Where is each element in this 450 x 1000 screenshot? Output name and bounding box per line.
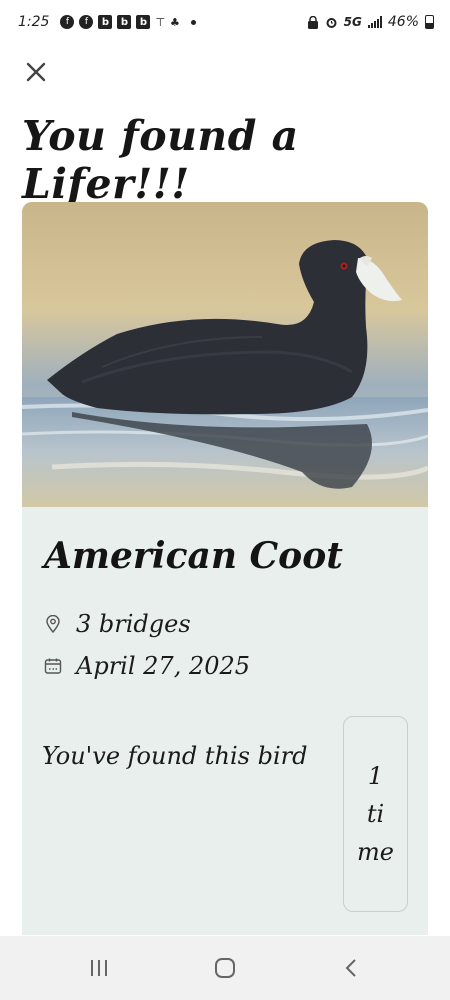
battery-percent: 46% (387, 14, 419, 30)
notification-icon: ♣ (170, 15, 180, 29)
location-pin-icon (44, 615, 62, 633)
b-app-icon: b (98, 15, 113, 29)
location-text: 3 bridges (76, 610, 191, 638)
system-navigation-bar (0, 936, 450, 1000)
recents-icon (91, 960, 107, 976)
location-row: 3 bridges (44, 610, 191, 638)
notification-icon: ⊤ (155, 15, 166, 29)
battery-icon (425, 15, 434, 29)
date-text: April 27, 2025 (76, 652, 251, 680)
facebook-icon: f (79, 15, 94, 29)
status-right: 5G 46% (307, 14, 434, 30)
status-bar: 1:25 f f b b b ⊤ ♣ 5G 46% (0, 0, 450, 48)
signal-icon (367, 16, 382, 28)
b-app-icon: b (136, 15, 151, 29)
status-left: 1:25 f f b b b ⊤ ♣ (18, 14, 196, 30)
found-count-unit-part: ti (366, 800, 385, 828)
found-count-unit-part: me (357, 838, 394, 866)
home-button[interactable] (210, 954, 240, 982)
calendar-icon (44, 657, 62, 675)
home-icon (215, 958, 235, 978)
bird-photo (22, 202, 428, 507)
b-app-icon: b (117, 15, 132, 29)
network-type: 5G (343, 15, 362, 29)
found-count-value: 1 (367, 762, 384, 790)
facebook-icon: f (60, 15, 75, 29)
more-notifications-icon (190, 19, 196, 25)
page-title: You found a Lifer!!! (22, 112, 299, 208)
alarm-icon (326, 17, 337, 28)
lifer-card: American Coot 3 bridges April 27, 2025 Y… (22, 202, 428, 935)
found-count-box: 1 ti me (343, 716, 408, 912)
status-time: 1:25 (18, 14, 50, 30)
close-button[interactable] (24, 60, 52, 88)
back-button[interactable] (336, 954, 366, 982)
recents-button[interactable] (84, 954, 114, 982)
found-count-label: You've found this bird (42, 742, 308, 770)
close-icon (26, 62, 46, 82)
lock-icon (307, 15, 318, 29)
date-row: April 27, 2025 (44, 652, 250, 680)
bird-name: American Coot (44, 535, 343, 577)
back-icon (345, 959, 356, 977)
